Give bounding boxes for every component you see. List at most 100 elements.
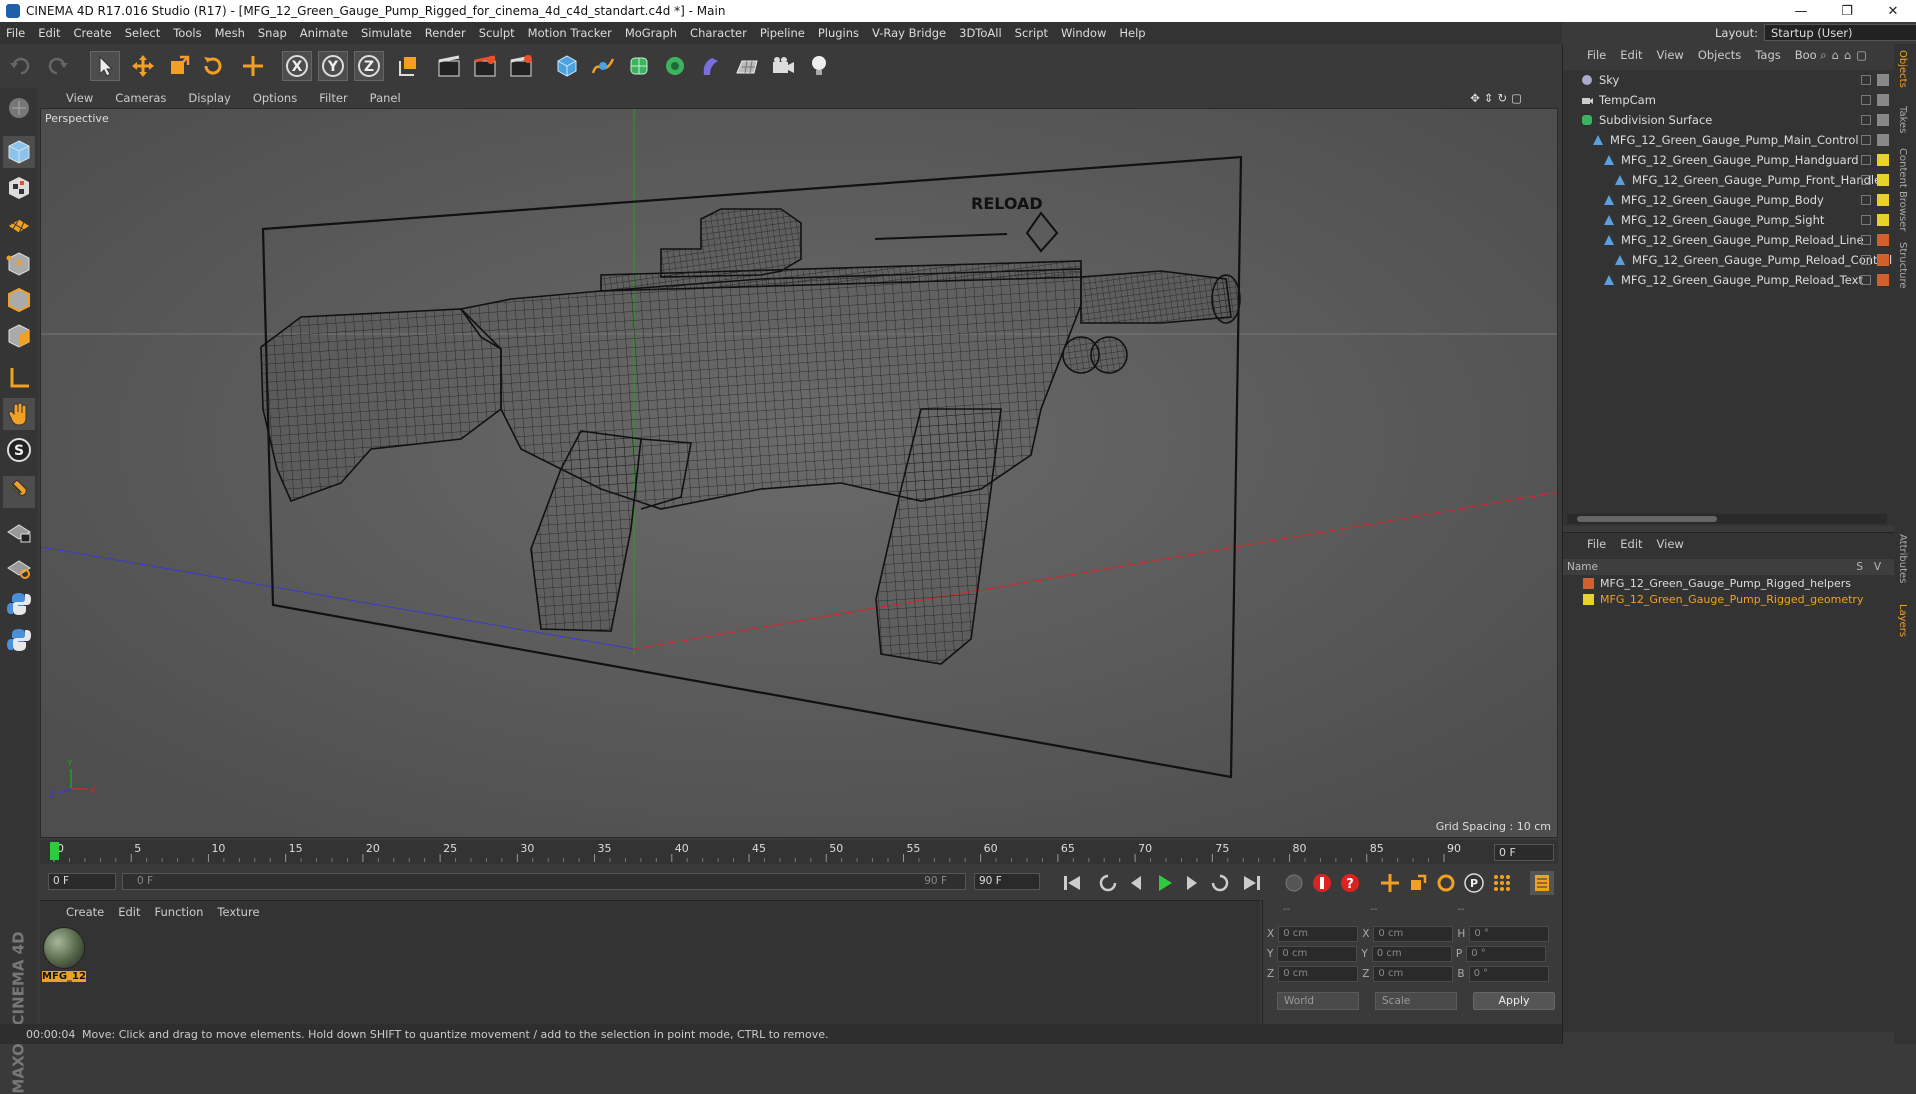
- goto-start-button[interactable]: [1060, 871, 1084, 895]
- tab-attributes[interactable]: Attributes: [1897, 534, 1908, 583]
- x-axis-lock-button[interactable]: X: [282, 51, 312, 81]
- object-tree-row[interactable]: MFG_12_Green_Gauge_Pump_Reload_Control: [1563, 250, 1895, 270]
- axis-mode-button[interactable]: [3, 362, 35, 394]
- rotation-b-field[interactable]: 0 °: [1468, 966, 1549, 982]
- frame-range-slider[interactable]: 0 F 90 F: [122, 873, 966, 890]
- layer-color-swatch[interactable]: [1583, 577, 1594, 589]
- render-settings-button[interactable]: [506, 51, 536, 81]
- add-spline-button[interactable]: [588, 51, 618, 81]
- close-button[interactable]: ✕: [1870, 0, 1916, 22]
- object-tree-row[interactable]: MFG_12_Green_Gauge_Pump_Front_Handle: [1563, 170, 1895, 190]
- menu-simulate[interactable]: Simulate: [361, 26, 412, 40]
- move-tool-button[interactable]: [128, 51, 158, 81]
- menu-file[interactable]: File: [6, 26, 25, 40]
- obj-menu-view[interactable]: View: [1657, 48, 1684, 62]
- magnet-button[interactable]: [3, 476, 35, 508]
- restore-button[interactable]: ❐: [1824, 0, 1870, 22]
- object-tree-row[interactable]: MFG_12_Green_Gauge_Pump_Reload_Line: [1563, 230, 1895, 250]
- snap-toggle-button[interactable]: S: [3, 434, 35, 466]
- visibility-toggle[interactable]: [1861, 235, 1871, 245]
- menu-vray-bridge[interactable]: V-Ray Bridge: [872, 26, 946, 40]
- prev-key-button[interactable]: [1096, 871, 1120, 895]
- object-tree-scrollbar[interactable]: [1567, 514, 1887, 524]
- layer-color-tag[interactable]: [1877, 94, 1889, 106]
- next-key-button[interactable]: [1208, 871, 1232, 895]
- layer-color-tag[interactable]: [1877, 214, 1889, 226]
- layer-color-tag[interactable]: [1877, 194, 1889, 206]
- select-tool-button[interactable]: [90, 51, 120, 81]
- menu-plugins[interactable]: Plugins: [818, 26, 859, 40]
- visibility-toggle[interactable]: [1861, 275, 1871, 285]
- layer-row[interactable]: MFG_12_Green_Gauge_Pump_Rigged_helpers: [1563, 575, 1895, 591]
- python-script-button-1[interactable]: [3, 588, 35, 620]
- menu-tools[interactable]: Tools: [173, 26, 201, 40]
- material-menu-texture[interactable]: Texture: [217, 905, 259, 919]
- render-to-picture-viewer-button[interactable]: [470, 51, 500, 81]
- material-menu-create[interactable]: Create: [66, 905, 104, 919]
- perspective-viewport[interactable]: RELOAD Y X Z Perspective Grid Spacing: …: [40, 108, 1558, 838]
- size-x-field[interactable]: 0 cm: [1373, 926, 1454, 942]
- layer-color-tag[interactable]: [1877, 274, 1889, 286]
- edges-mode-button[interactable]: [3, 284, 35, 316]
- viewport-menu-options[interactable]: Options: [253, 91, 297, 105]
- layer-color-tag[interactable]: [1877, 234, 1889, 246]
- object-tree-row[interactable]: Subdivision Surface: [1563, 110, 1895, 130]
- size-y-field[interactable]: 0 cm: [1371, 946, 1452, 962]
- timeline-ruler[interactable]: 0 5 10 15 20 25 30 35 40 45 50 55 60 65 70 75 80 85 90 0 F: [40, 840, 1558, 864]
- viewport-menu-cameras[interactable]: Cameras: [115, 91, 166, 105]
- viewport-menu-panel[interactable]: Panel: [370, 91, 401, 105]
- object-tree-row[interactable]: MFG_12_Green_Gauge_Pump_Reload_Text: [1563, 270, 1895, 290]
- size-z-field[interactable]: 0 cm: [1373, 966, 1454, 982]
- layer-color-tag[interactable]: [1877, 134, 1889, 146]
- layer-menu-edit[interactable]: Edit: [1620, 537, 1642, 551]
- texture-mode-button[interactable]: [3, 172, 35, 204]
- menu-select[interactable]: Select: [125, 26, 160, 40]
- viewport-menu-view[interactable]: View: [66, 91, 93, 105]
- layer-color-tag[interactable]: [1877, 254, 1889, 266]
- prev-frame-button[interactable]: [1124, 871, 1148, 895]
- make-editable-button[interactable]: [3, 92, 35, 124]
- key-rotation-button[interactable]: [1434, 871, 1458, 895]
- visibility-toggle[interactable]: [1861, 155, 1871, 165]
- viewport-nav-icons[interactable]: ✥⇕↻▢: [1470, 91, 1526, 105]
- tab-objects[interactable]: Objects: [1897, 50, 1908, 88]
- viewport-menu-filter[interactable]: Filter: [319, 91, 347, 105]
- key-position-button[interactable]: [1378, 871, 1402, 895]
- position-y-field[interactable]: 0 cm: [1277, 946, 1358, 962]
- visibility-toggle[interactable]: [1861, 115, 1871, 125]
- tab-takes[interactable]: Takes: [1897, 106, 1908, 133]
- object-tree-row[interactable]: MFG_12_Green_Gauge_Pump_Handguard: [1563, 150, 1895, 170]
- object-tree-row[interactable]: MFG_12_Green_Gauge_Pump_Sight: [1563, 210, 1895, 230]
- layer-row[interactable]: MFG_12_Green_Gauge_Pump_Rigged_geometry: [1563, 591, 1895, 607]
- lock-workplane-button[interactable]: [3, 516, 35, 548]
- menu-window[interactable]: Window: [1061, 26, 1106, 40]
- menu-script[interactable]: Script: [1015, 26, 1048, 40]
- tab-layers[interactable]: Layers: [1897, 604, 1908, 637]
- model-mode-button[interactable]: [3, 136, 35, 168]
- minimize-button[interactable]: —: [1778, 0, 1824, 22]
- timeline-layout-button[interactable]: [1530, 871, 1554, 895]
- obj-menu-file[interactable]: File: [1587, 48, 1606, 62]
- object-tree-row[interactable]: MFG_12_Green_Gauge_Pump_Body: [1563, 190, 1895, 210]
- python-script-button-2[interactable]: [3, 624, 35, 656]
- menu-motion-tracker[interactable]: Motion Tracker: [528, 26, 612, 40]
- position-x-field[interactable]: 0 cm: [1278, 926, 1359, 942]
- object-tree-row[interactable]: Sky: [1563, 70, 1895, 90]
- menu-render[interactable]: Render: [425, 26, 466, 40]
- layer-menu-view[interactable]: View: [1657, 537, 1684, 551]
- points-mode-button[interactable]: [3, 248, 35, 280]
- menu-character[interactable]: Character: [690, 26, 747, 40]
- add-camera-button[interactable]: [768, 51, 798, 81]
- apply-button[interactable]: Apply: [1473, 992, 1555, 1010]
- visibility-toggle[interactable]: [1861, 255, 1871, 265]
- rotation-h-field[interactable]: 0 °: [1469, 926, 1550, 942]
- visibility-toggle[interactable]: [1861, 195, 1871, 205]
- key-scale-button[interactable]: [1406, 871, 1430, 895]
- menu-animate[interactable]: Animate: [300, 26, 348, 40]
- tab-structure[interactable]: Structure: [1897, 242, 1908, 289]
- visibility-toggle[interactable]: [1861, 135, 1871, 145]
- add-generator-button[interactable]: [624, 51, 654, 81]
- add-environment-button[interactable]: [732, 51, 762, 81]
- menu-edit[interactable]: Edit: [38, 26, 60, 40]
- position-z-field[interactable]: 0 cm: [1278, 966, 1359, 982]
